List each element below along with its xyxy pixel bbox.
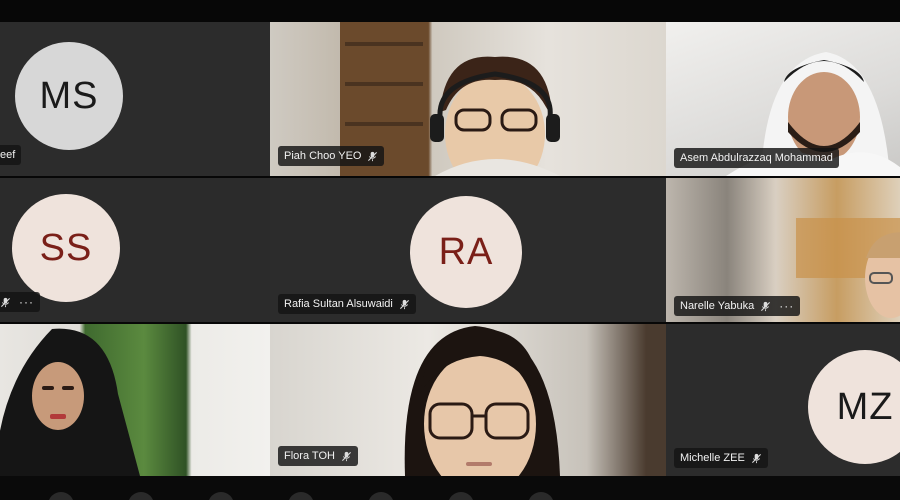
mic-muted-icon bbox=[761, 301, 771, 311]
video-grid: MS eef Piah Choo YEO Asem Abdulrazzaq Mo… bbox=[0, 0, 900, 500]
participant-tile-michelle[interactable]: MZ Michelle ZEE bbox=[666, 324, 900, 476]
nametag-label: Michelle ZEE bbox=[680, 452, 745, 464]
nametag-piah: Piah Choo YEO bbox=[278, 146, 385, 166]
nametag-ss: ··· bbox=[0, 292, 40, 312]
nametag-rafia: Rafia Sultan Alsuwaidi bbox=[278, 294, 416, 314]
nametag-label: Piah Choo YEO bbox=[284, 150, 362, 162]
nametag-flora: Flora TOH bbox=[278, 446, 358, 466]
avatar-ms: MS bbox=[15, 42, 123, 150]
nametag-label: Rafia Sultan Alsuwaidi bbox=[284, 298, 393, 310]
avatar-ra: RA bbox=[410, 196, 522, 308]
more-options-icon[interactable]: ··· bbox=[19, 295, 34, 309]
nametag-label: Asem Abdulrazzaq Mohammad bbox=[680, 152, 833, 164]
nametag-narelle: Narelle Yabuka ··· bbox=[674, 296, 801, 316]
nametag-label: Narelle Yabuka bbox=[680, 300, 755, 312]
avatar-mz: MZ bbox=[808, 350, 900, 464]
participant-tile-hijab[interactable] bbox=[0, 324, 270, 476]
participant-video bbox=[0, 328, 140, 476]
avatar-ss: SS bbox=[12, 194, 120, 302]
nametag-asem: Asem Abdulrazzaq Mohammad bbox=[674, 148, 839, 168]
mic-muted-icon bbox=[751, 453, 761, 463]
participant-tile-rafia[interactable]: RA Rafia Sultan Alsuwaidi bbox=[270, 178, 666, 322]
participant-tile-flora[interactable]: Flora TOH bbox=[270, 324, 666, 476]
mic-muted-icon bbox=[0, 297, 11, 307]
nametag-michelle: Michelle ZEE bbox=[674, 448, 768, 468]
mic-muted-icon bbox=[368, 151, 378, 161]
nametag-label: eef bbox=[0, 149, 16, 161]
mic-muted-icon bbox=[341, 451, 351, 461]
participant-tile-asem[interactable]: Asem Abdulrazzaq Mohammad bbox=[666, 22, 900, 176]
participant-tile-piah[interactable]: Piah Choo YEO bbox=[270, 22, 666, 176]
mic-muted-icon bbox=[399, 299, 409, 309]
nametag-ms: eef bbox=[0, 145, 22, 165]
participant-tile-ss[interactable]: SS ··· bbox=[0, 178, 270, 322]
nametag-label: Flora TOH bbox=[284, 450, 335, 462]
more-options-icon[interactable]: ··· bbox=[779, 299, 794, 313]
participant-tile-narelle[interactable]: Narelle Yabuka ··· bbox=[666, 178, 900, 322]
participant-tile-ms[interactable]: MS eef bbox=[0, 22, 270, 176]
